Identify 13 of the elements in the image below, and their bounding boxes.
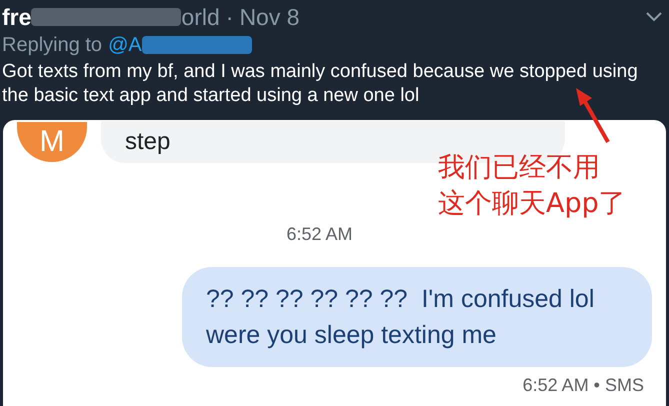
- tweet-text: Got texts from my bf, and I was mainly confused because we stopped using the basic text app and started using a new one lol: [2, 60, 639, 108]
- avatar: M: [17, 122, 87, 162]
- author-name-end: orld: [181, 4, 220, 30]
- author-name[interactable]: fre: [2, 4, 32, 30]
- chevron-icon[interactable]: [645, 11, 663, 23]
- replying-label: Replying to: [2, 34, 102, 56]
- tweet-date[interactable]: Nov 8: [239, 4, 300, 30]
- separator-dot: ·: [226, 4, 234, 30]
- reply-handle[interactable]: @A: [108, 34, 142, 56]
- message-status: 6:52 AM • SMS: [522, 375, 645, 396]
- message-timestamp: 6:52 AM: [285, 224, 354, 245]
- outgoing-message: ?? ?? ?? ?? ?? ?? I'm confused lol were you sleep texting me: [182, 267, 652, 367]
- annotation-text: 这个聊天App了: [438, 187, 626, 221]
